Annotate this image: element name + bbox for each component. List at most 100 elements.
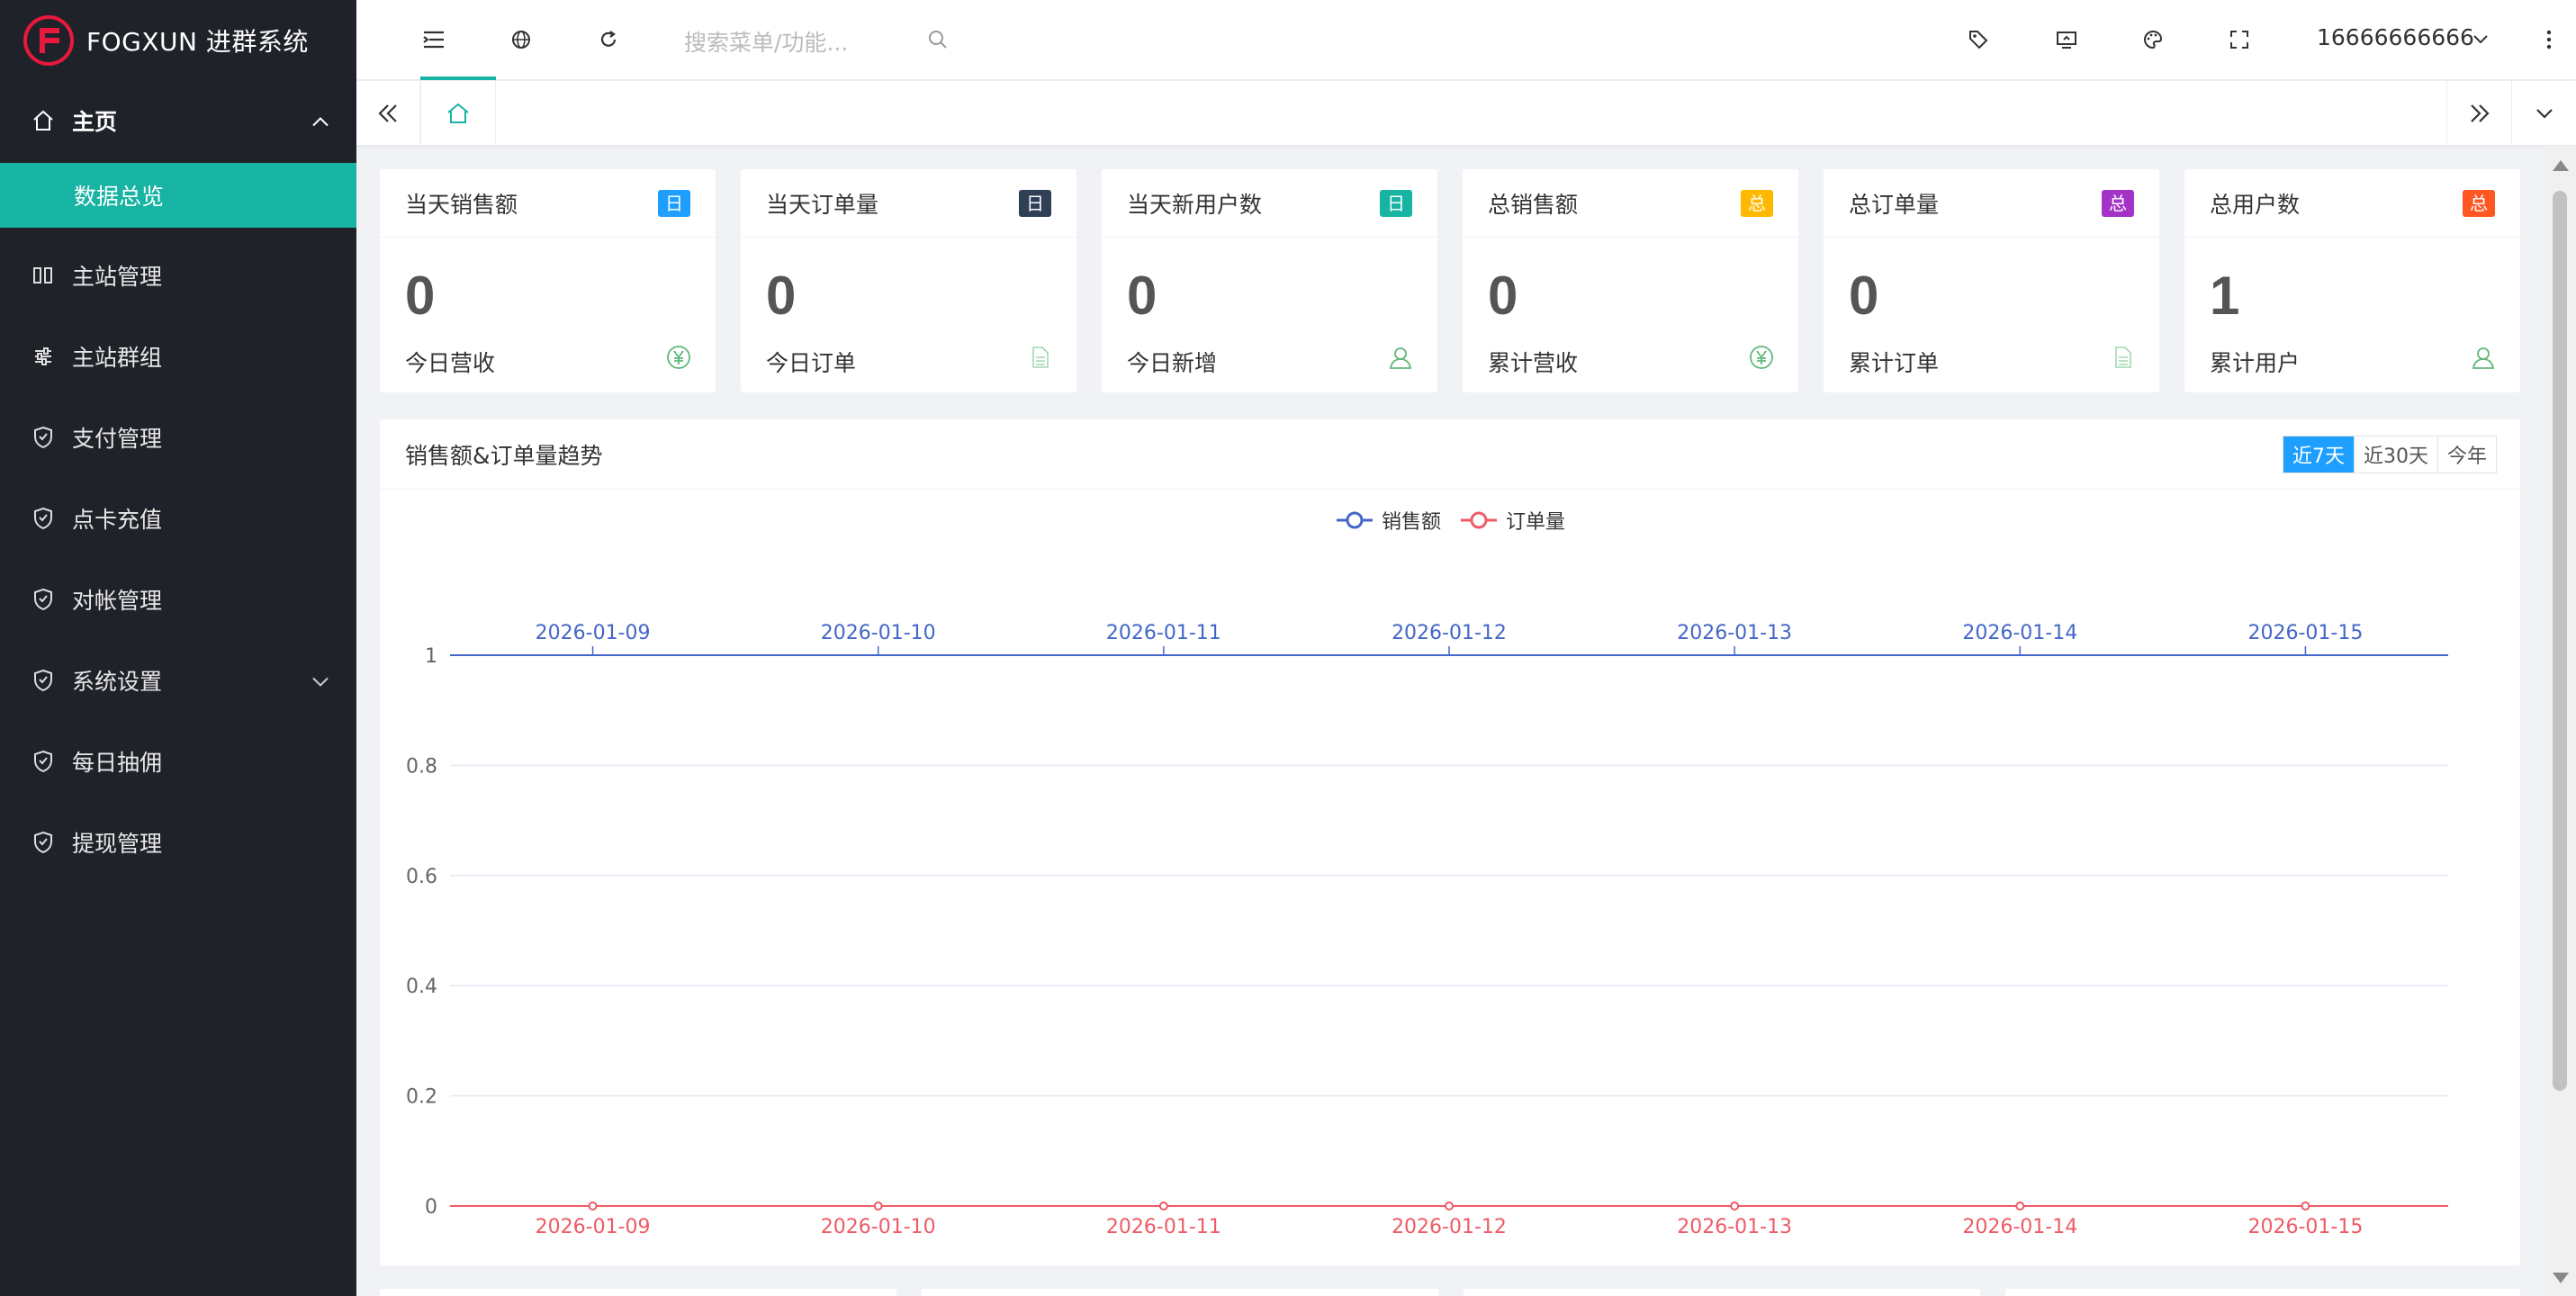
stat-card: 当天销售额 日 0 今日营收: [380, 169, 716, 392]
top-header: 搜索菜单/功能... 16666666666: [356, 0, 2576, 80]
tab-options-button[interactable]: [2511, 81, 2576, 146]
range-7-days-button[interactable]: 近7天: [2283, 436, 2354, 472]
stat-card: 当天新用户数 日 0 今日新增: [1102, 169, 1437, 392]
card-title: 当天销售额: [405, 191, 518, 218]
x-tick-label: 2026-01-09: [536, 1216, 651, 1238]
yuan-icon: [667, 346, 690, 369]
globe-icon[interactable]: [503, 22, 539, 58]
x-tick-label: 2026-01-15: [2247, 1216, 2363, 1238]
columns-icon: [29, 261, 58, 290]
document-icon: [1032, 346, 1049, 368]
sidebar-item-payment[interactable]: 支付管理: [0, 397, 356, 478]
page-scrollbar[interactable]: [2544, 146, 2576, 1296]
note-icon[interactable]: [2049, 22, 2085, 58]
search-icon[interactable]: [920, 22, 956, 58]
tag-icon[interactable]: [1960, 22, 1996, 58]
bottom-panel: [922, 1289, 1438, 1296]
sidebar-item-home[interactable]: 主页: [0, 80, 356, 161]
y-tick-label: 0: [425, 1196, 437, 1219]
sidebar-item-site-groups[interactable]: 主站群组: [0, 316, 356, 397]
tab-home[interactable]: [420, 81, 496, 146]
scroll-up-arrow-icon[interactable]: [2553, 160, 2569, 171]
y-tick-label: 0.8: [406, 755, 437, 778]
stat-card: 总订单量 总 0 累计订单: [1824, 169, 2159, 392]
theme-icon[interactable]: [2135, 22, 2171, 58]
card-badge: 日: [1019, 189, 1051, 217]
shield-icon: [29, 585, 58, 614]
card-badge: 日: [658, 189, 690, 217]
range-30-days-button[interactable]: 近30天: [2353, 436, 2437, 472]
stat-card: 总销售额 总 0 累计营收: [1463, 169, 1798, 392]
user-icon: [1389, 347, 1412, 369]
x-tick-label: 2026-01-10: [821, 1216, 936, 1238]
shield-icon: [29, 828, 58, 857]
card-title: 总订单量: [1849, 191, 1940, 218]
sidebar-item-label: 支付管理: [72, 426, 163, 452]
card-footer: 今日订单: [766, 350, 857, 376]
card-value: 0: [1488, 266, 1518, 326]
home-icon: [447, 103, 469, 123]
chevron-up-icon: [311, 108, 329, 134]
x-tick-label: 2026-01-12: [1392, 1216, 1507, 1238]
shield-icon: [29, 666, 58, 695]
sidebar-item-main-site[interactable]: 主站管理: [0, 235, 356, 316]
yuan-icon: [1750, 346, 1773, 369]
card-title: 当天新用户数: [1127, 191, 1263, 218]
sidebar-item-label: 点卡充值: [72, 507, 163, 533]
sidebar-item-label: 系统设置: [72, 669, 163, 695]
data-point: [1445, 1202, 1454, 1210]
sidebar: FOGXUN 进群系统 主页 数据总览 主站管理 主站群组 支付管理 点卡充值 …: [0, 0, 356, 1296]
card-value: 0: [766, 266, 797, 326]
logo-icon: [23, 14, 74, 66]
card-title: 总用户数: [2210, 191, 2301, 218]
card-badge: 总: [2463, 189, 2495, 217]
y-tick-label: 1: [425, 645, 437, 668]
card-badge: 总: [1741, 189, 1773, 217]
bottom-panel: [380, 1289, 896, 1296]
main-content: 当天销售额 日 0 今日营收 当天订单量 日 0 今日订单 当天新用户数 日 0…: [356, 146, 2544, 1296]
card-footer: 累计用户: [2210, 350, 2301, 376]
sidebar-item-label: 主页: [72, 109, 118, 135]
y-tick-label: 0.4: [406, 976, 437, 998]
card-footer: 今日营收: [405, 350, 496, 376]
sidebar-item-label: 每日抽佣: [72, 750, 163, 776]
x-tick-label: 2026-01-11: [1106, 622, 1221, 644]
sidebar-item-daily-commission[interactable]: 每日抽佣: [0, 721, 356, 802]
card-value: 0: [1127, 266, 1157, 326]
bottom-panel: [1464, 1289, 1980, 1296]
menu-toggle-icon[interactable]: [416, 22, 452, 58]
more-icon[interactable]: [2531, 22, 2567, 58]
shield-icon: [29, 747, 58, 776]
user-name[interactable]: 16666666666: [2317, 24, 2474, 50]
bottom-panel: [2005, 1289, 2520, 1296]
data-point: [588, 1202, 598, 1210]
sidebar-item-label: 对帐管理: [72, 588, 163, 614]
document-icon: [2115, 346, 2131, 368]
chevron-down-icon[interactable]: [2463, 22, 2499, 58]
tab-scroll-left-button[interactable]: [356, 81, 420, 146]
x-tick-label: 2026-01-11: [1106, 1216, 1221, 1238]
x-tick-label: 2026-01-12: [1392, 622, 1507, 644]
card-badge: 日: [1380, 189, 1412, 217]
sidebar-item-data-overview[interactable]: 数据总览: [0, 163, 356, 228]
fullscreen-icon[interactable]: [2221, 22, 2257, 58]
sidebar-item-card-recharge[interactable]: 点卡充值: [0, 478, 356, 559]
logo[interactable]: FOGXUN 进群系统: [0, 0, 356, 80]
shield-icon: [29, 423, 58, 452]
sidebar-item-withdrawal[interactable]: 提现管理: [0, 802, 356, 883]
refresh-icon[interactable]: [590, 22, 626, 58]
search-input[interactable]: 搜索菜单/功能...: [684, 25, 848, 58]
sidebar-item-reconciliation[interactable]: 对帐管理: [0, 559, 356, 640]
sliders-icon: [29, 342, 58, 371]
sidebar-item-settings[interactable]: 系统设置: [0, 640, 356, 721]
scroll-down-arrow-icon[interactable]: [2553, 1273, 2569, 1283]
y-tick-label: 0.6: [406, 866, 437, 888]
x-tick-label: 2026-01-13: [1677, 622, 1792, 644]
scrollbar-thumb[interactable]: [2553, 191, 2567, 1091]
card-footer: 今日新增: [1127, 350, 1218, 376]
sidebar-item-label: 主站管理: [72, 264, 163, 290]
shield-icon: [29, 504, 58, 533]
tab-scroll-right-button[interactable]: [2446, 81, 2511, 146]
x-tick-label: 2026-01-13: [1677, 1216, 1792, 1238]
range-this-year-button[interactable]: 今年: [2436, 436, 2496, 472]
